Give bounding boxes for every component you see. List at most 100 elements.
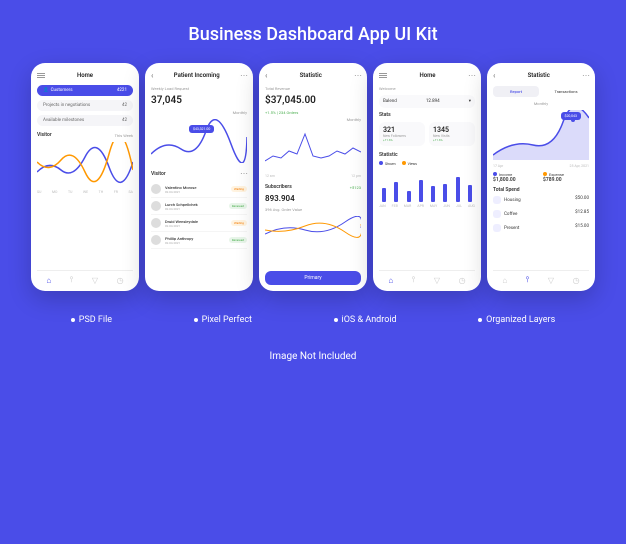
more-icon[interactable]: ⋯	[354, 71, 361, 80]
mini-chart	[265, 216, 361, 240]
user-icon: 👤	[43, 88, 49, 93]
legend-label: Shown	[385, 162, 396, 166]
more-icon[interactable]: ⋯	[582, 71, 589, 80]
subscribers-value: 893.904	[265, 194, 361, 203]
screen-title: Patient Incoming	[174, 72, 220, 79]
spend-value: $50.00	[575, 196, 589, 204]
screen-title: Home	[77, 72, 93, 79]
more-icon[interactable]: ⋯	[468, 71, 475, 80]
feature-label: Organized Layers	[486, 315, 555, 325]
nav-bar: ⌂ ⫯ ▽ ◷	[37, 270, 133, 285]
projects-label: Projects in negotiations	[43, 103, 90, 108]
feature-label: Pixel Perfect	[202, 315, 252, 325]
nav-clock-icon[interactable]: ◷	[573, 276, 580, 285]
status-badge: Waiting	[231, 220, 247, 226]
nav-home-icon[interactable]: ⌂	[502, 276, 507, 285]
spend-row[interactable]: Coffee$12.85	[493, 207, 589, 221]
avatar	[151, 235, 161, 245]
x-axis: 12 am12 pm	[265, 174, 361, 178]
list-item[interactable]: Valentino Morose02.04.2021Waiting	[151, 181, 247, 198]
nav-filter-icon[interactable]: ▽	[92, 276, 98, 285]
subscribers-label: Subscribers	[265, 184, 292, 190]
menu-icon[interactable]	[37, 71, 45, 79]
bullet-icon	[194, 318, 198, 322]
list-item[interactable]: Druid Wensleydale02.04.2021Waiting	[151, 215, 247, 232]
welcome-label: Welcome	[379, 86, 475, 91]
period[interactable]: Monthly	[265, 117, 361, 122]
bullet-icon	[71, 318, 75, 322]
spend-label: Coffee	[504, 212, 517, 217]
income-value: $1,800.00	[493, 177, 539, 183]
stat-value: 321	[383, 126, 421, 134]
bullet-icon	[334, 318, 338, 322]
spend-label: Present	[504, 226, 519, 231]
period[interactable]: Monthly	[493, 101, 589, 106]
big-value: 37,045	[151, 95, 247, 106]
visitor-label: Visitor	[151, 171, 166, 177]
tab-transactions[interactable]: Transactions	[543, 86, 589, 97]
period[interactable]: Monthly	[151, 110, 247, 115]
spend-row[interactable]: Housing $50.00	[493, 193, 589, 207]
screen-statistic: ‹ Statistic ⋯ Total Revenue $37,045.00 +…	[259, 63, 367, 291]
x-axis: JANFEBMARAPRMAYJUNJULAUG	[379, 204, 475, 208]
spend-label: Housing	[504, 198, 521, 203]
gift-icon	[493, 224, 501, 232]
nav-clock-icon[interactable]: ◷	[117, 276, 124, 285]
orders-label: +1.5% | 234 Orders	[265, 110, 361, 115]
list-item[interactable]: Lurch Schpellchek02.04.2021Renewed	[151, 198, 247, 215]
visitor-date: 02.04.2021	[165, 241, 225, 245]
balance-value: 12.894	[426, 99, 440, 104]
stat-card[interactable]: 321 New Followers +11.6%	[379, 122, 425, 146]
nav-filter-icon[interactable]: ▽	[548, 276, 554, 285]
subscribers-change: +5123	[350, 185, 361, 190]
subscribers-sub: 396 Avg. Order Value	[265, 207, 361, 212]
dot-icon	[402, 161, 406, 165]
back-icon[interactable]: ‹	[265, 71, 267, 80]
line-chart-icon	[265, 216, 361, 240]
feature-item: Pixel Perfect	[194, 315, 252, 325]
milestones-row[interactable]: Available milestones 42	[37, 115, 133, 126]
nav-home-icon[interactable]: ⌂	[388, 276, 393, 285]
area-chart: $20,043	[493, 110, 589, 160]
x-axis: SUMOTUWETHFRSA	[37, 190, 133, 194]
balance-box[interactable]: Balend 12.894 ▾	[379, 95, 475, 108]
spend-value: $15.00	[575, 224, 589, 232]
menu-icon[interactable]	[379, 72, 387, 80]
customers-pill[interactable]: 👤Customers 4221	[37, 85, 133, 96]
back-icon[interactable]: ‹	[151, 71, 153, 80]
nav-chart-icon[interactable]: ⫯	[70, 275, 73, 285]
avatar	[151, 201, 161, 211]
projects-row[interactable]: Projects in negotiations 42	[37, 100, 133, 111]
stat-change: +11.6%	[383, 138, 421, 142]
stat-value: 1345	[433, 126, 471, 134]
period-label[interactable]: This Week	[115, 133, 133, 138]
nav-bar: ⌂ ⫯ ▽ ◷	[493, 270, 589, 285]
nav-chart-icon[interactable]: ⫯	[526, 275, 529, 285]
stat-card[interactable]: 1345 New Visits +11.6%	[429, 122, 475, 146]
expense-value: $789.00	[543, 177, 589, 183]
spend-row[interactable]: Present $15.00	[493, 221, 589, 235]
bar-chart	[379, 166, 475, 202]
back-icon[interactable]: ‹	[493, 71, 495, 80]
expense-box: Expense$789.00	[543, 172, 589, 183]
screen-report: ‹ Statistic ⋯ Report Transactions Monthl…	[487, 63, 595, 291]
nav-filter-icon[interactable]: ▽	[434, 276, 440, 285]
screen-title: Statistic	[300, 72, 322, 79]
nav-chart-icon[interactable]: ⫯	[412, 275, 415, 285]
primary-button[interactable]: Primary	[265, 271, 361, 285]
customers-value: 4221	[117, 88, 127, 93]
feature-item: iOS & Android	[334, 315, 397, 325]
coffee-icon	[493, 210, 501, 218]
visitor-date: 02.04.2021	[165, 190, 227, 194]
more-icon[interactable]: ⋯	[240, 71, 247, 80]
nav-clock-icon[interactable]: ◷	[459, 276, 466, 285]
statistic-label: Statistic	[379, 152, 398, 158]
list-item[interactable]: Phillip Anthropy02.04.2021Renewed	[151, 232, 247, 249]
chart-tooltip: $20,043	[561, 112, 582, 120]
feature-item: Organized Layers	[478, 315, 555, 325]
nav-home-icon[interactable]: ⌂	[46, 276, 51, 285]
chevron-down-icon: ▾	[469, 99, 471, 104]
screen-title: Home	[419, 72, 435, 79]
tab-report[interactable]: Report	[493, 86, 539, 97]
more-icon[interactable]: ⋯	[240, 169, 247, 178]
